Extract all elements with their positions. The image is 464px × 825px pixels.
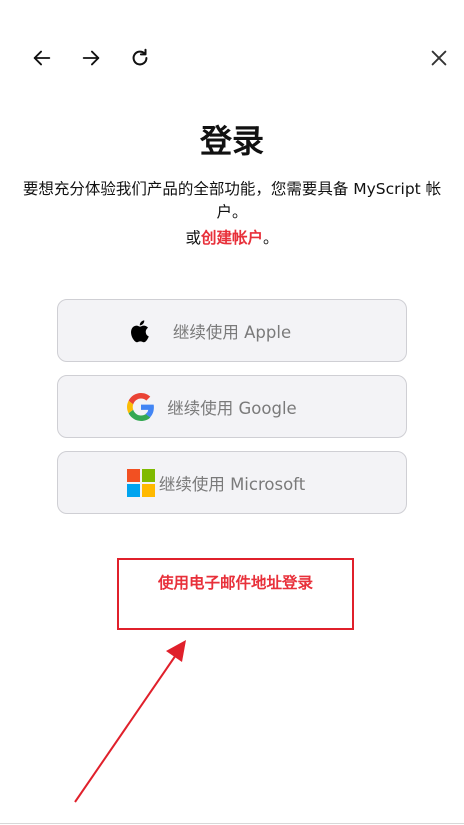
page-subtitle: 要想充分体验我们产品的全部功能，您需要具备 MyScript 帐户。 (22, 180, 442, 221)
email-login-link[interactable]: 使用电子邮件地址登录 (119, 571, 352, 593)
create-account-link[interactable]: 创建帐户 (201, 229, 263, 247)
bottom-divider (0, 823, 464, 824)
forward-button[interactable] (77, 44, 105, 72)
create-account-line: 或创建帐户。 (0, 226, 464, 248)
reload-button[interactable] (126, 44, 154, 72)
google-button-label: 继续使用 Google (167, 398, 297, 418)
apple-button-label: 继续使用 Apple (172, 322, 292, 342)
or-prefix: 或 (185, 229, 201, 247)
email-login-highlight-box: 使用电子邮件地址登录 (117, 558, 354, 630)
back-button[interactable] (28, 44, 56, 72)
continue-with-google-button[interactable]: 继续使用 Google (57, 375, 407, 438)
microsoft-button-label: 继续使用 Microsoft (158, 474, 306, 494)
reload-icon (132, 48, 148, 66)
arrow-right-icon (82, 50, 100, 66)
continue-with-apple-button[interactable]: 继续使用 Apple (57, 299, 407, 362)
arrow-left-icon (33, 50, 51, 66)
create-account-suffix: 。 (263, 229, 279, 247)
continue-with-microsoft-button[interactable]: 继续使用 Microsoft (57, 451, 407, 514)
page-title: 登录 (199, 122, 264, 160)
close-icon (431, 50, 447, 66)
close-button[interactable] (425, 44, 453, 72)
